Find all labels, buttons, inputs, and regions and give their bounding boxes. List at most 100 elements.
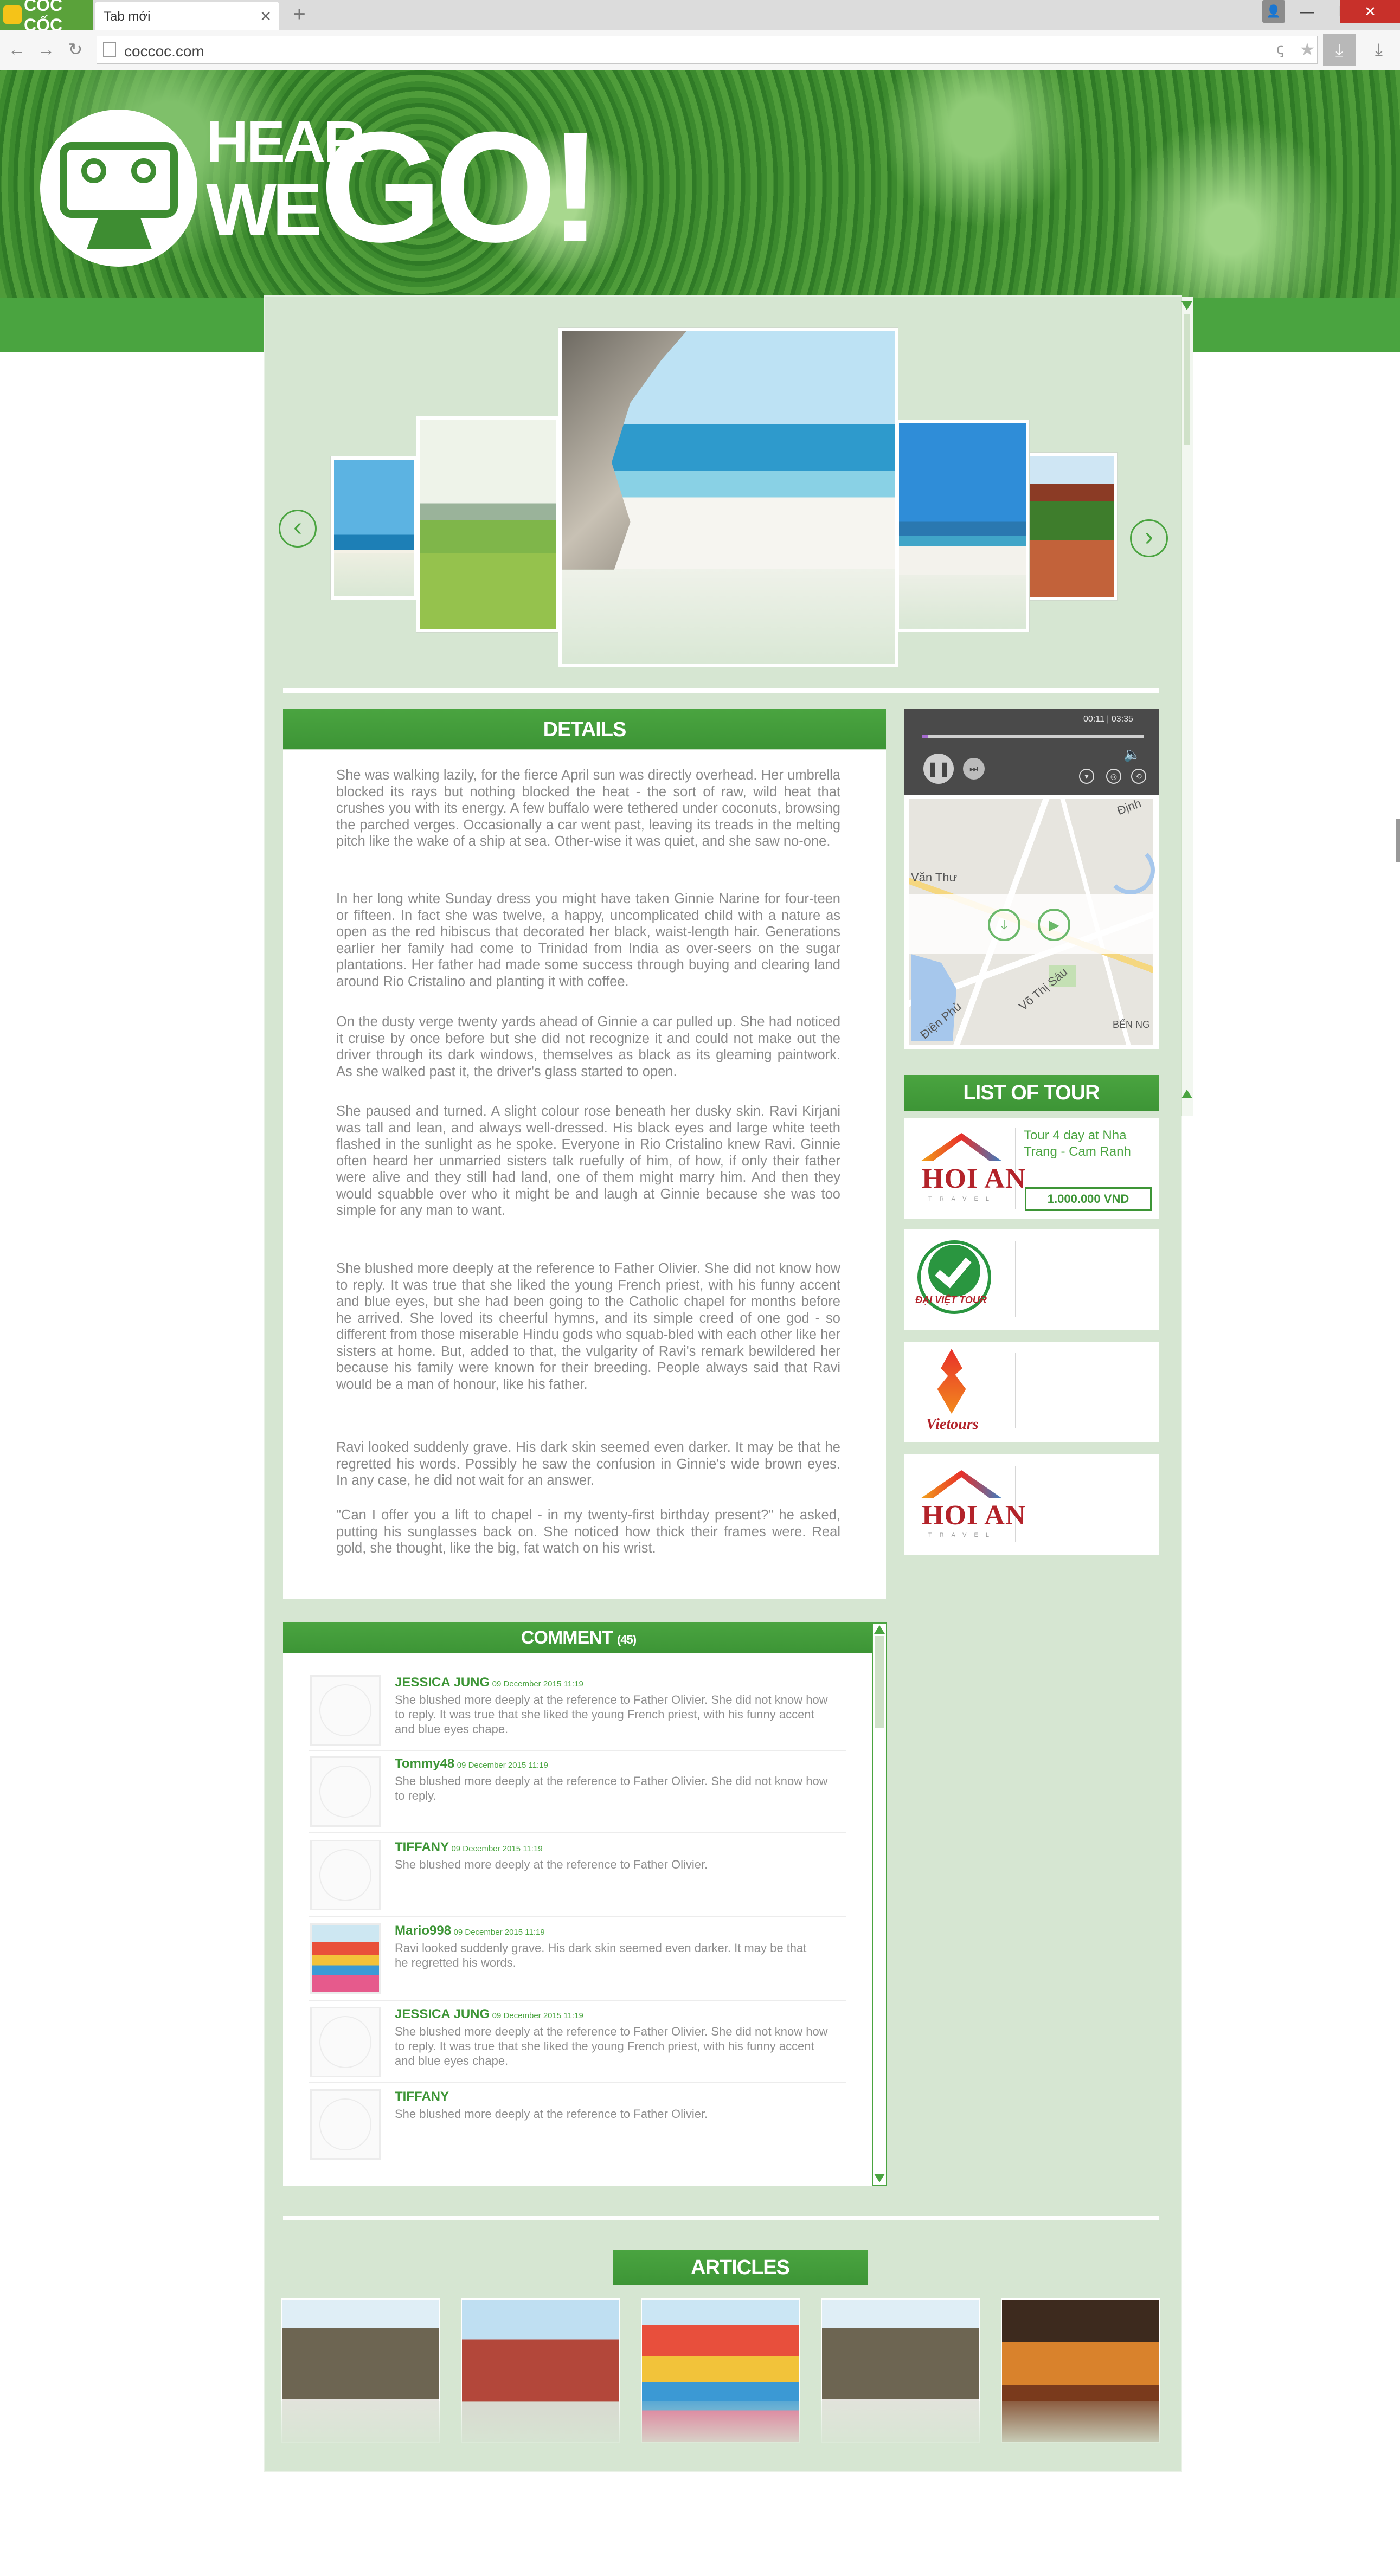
avatar[interactable] bbox=[310, 1840, 381, 1910]
comment-header: TIFFANY bbox=[395, 2089, 449, 2104]
comment-author[interactable]: Mario998 bbox=[395, 1923, 451, 1938]
downloads-icon[interactable]: ⤓ bbox=[1366, 37, 1391, 62]
tab-title: Tab mới bbox=[104, 9, 151, 24]
map-play-button[interactable]: ▶ bbox=[1038, 909, 1070, 941]
comment-divider bbox=[309, 1916, 846, 1917]
map-label: Văn Thư bbox=[911, 871, 958, 884]
comment-scroll-thumb[interactable] bbox=[875, 1636, 884, 1728]
comment-divider bbox=[309, 2082, 846, 2083]
close-window-button[interactable]: ✕ bbox=[1340, 0, 1400, 23]
map-label: BẾN NG bbox=[1113, 1019, 1151, 1030]
translate-icon[interactable]: ꞔ bbox=[1268, 37, 1293, 62]
carousel-prev-button[interactable]: ‹ bbox=[279, 510, 317, 548]
minimize-button[interactable]: — bbox=[1288, 0, 1326, 23]
cassette-reel-icon bbox=[81, 158, 106, 183]
browser-tab[interactable]: Tab mới ✕ bbox=[95, 2, 279, 30]
slide-reflection bbox=[334, 553, 414, 596]
panel-scroll-thumb[interactable] bbox=[1184, 314, 1190, 445]
back-icon[interactable]: ← bbox=[4, 37, 29, 62]
reload-icon[interactable]: ↻ bbox=[63, 37, 88, 62]
vietours-logo-text: Vietours bbox=[926, 1416, 979, 1433]
comment-text: She blushed more deeply at the reference… bbox=[395, 2107, 708, 2121]
comment-author[interactable]: JESSICA JUNG bbox=[395, 2007, 490, 2021]
user-profile-icon[interactable]: 👤 bbox=[1262, 0, 1285, 23]
details-paragraph: Ravi looked suddenly grave. His dark ski… bbox=[336, 1440, 840, 1488]
tour-price-button[interactable]: 1.000.000 VND bbox=[1025, 1187, 1152, 1211]
comment-date: 09 December 2015 11:19 bbox=[457, 1761, 548, 1770]
daiviet-logo-text: ĐẠI VIỆT TOUR bbox=[915, 1295, 987, 1305]
side-panel-handle[interactable] bbox=[1396, 819, 1400, 862]
avatar[interactable] bbox=[310, 1756, 381, 1827]
map-download-button[interactable]: ⤓ bbox=[988, 909, 1020, 941]
carousel-slide[interactable] bbox=[1025, 453, 1117, 600]
player-progress-track[interactable] bbox=[922, 735, 1144, 738]
comment-count: (45) bbox=[616, 1633, 637, 1646]
tour-divider bbox=[1015, 1353, 1016, 1428]
tour-list-heading: LIST OF TOUR bbox=[904, 1075, 1159, 1111]
comment-author[interactable]: JESSICA JUNG bbox=[395, 1675, 490, 1690]
bookmark-star-icon[interactable]: ★ bbox=[1295, 37, 1320, 62]
comment-header: JESSICA JUNG 09 December 2015 11:19 bbox=[395, 2007, 583, 2022]
cassette-reel-icon bbox=[131, 158, 156, 183]
tour-title[interactable]: Tour 4 day at Nha Trang - Cam Ranh bbox=[1024, 1128, 1154, 1160]
comment-text: Ravi looked suddenly grave. His dark ski… bbox=[395, 1941, 807, 1969]
details-paragraph: "Can I offer you a lift to chapel - in m… bbox=[336, 1508, 840, 1556]
comment-author[interactable]: Tommy48 bbox=[395, 1756, 454, 1771]
comment-date: 09 December 2015 11:19 bbox=[492, 1679, 583, 1689]
page-icon bbox=[103, 42, 116, 57]
logo-text-we: WE bbox=[206, 168, 322, 252]
comment-date: 09 December 2015 11:19 bbox=[453, 1928, 545, 1937]
comment-author[interactable]: TIFFANY bbox=[395, 2089, 449, 2104]
player-progress-fill bbox=[922, 735, 929, 738]
player-option-icon[interactable]: ▾ bbox=[1079, 769, 1094, 784]
comment-author[interactable]: TIFFANY bbox=[395, 1840, 449, 1854]
articles-heading: ARTICLES bbox=[613, 2250, 868, 2285]
forward-icon[interactable]: → bbox=[34, 37, 59, 62]
avatar[interactable] bbox=[310, 1675, 381, 1746]
next-track-button[interactable]: ⏭ bbox=[963, 758, 985, 780]
carousel-slide[interactable] bbox=[416, 416, 560, 632]
comment-date: 09 December 2015 11:19 bbox=[451, 1844, 543, 1853]
details-paragraph: She blushed more deeply at the reference… bbox=[336, 1261, 840, 1392]
repeat-icon[interactable]: ⟲ bbox=[1131, 769, 1146, 784]
details-heading: DETAILS bbox=[283, 709, 886, 750]
thumbnail-reflection bbox=[821, 2401, 980, 2443]
comment-divider bbox=[309, 2000, 846, 2001]
comment-text: She blushed more deeply at the reference… bbox=[395, 1693, 828, 1736]
map-overlay bbox=[909, 894, 1153, 954]
panel-scroll-down-icon[interactable] bbox=[1181, 301, 1192, 310]
address-bar[interactable]: coccoc.com bbox=[97, 36, 1318, 64]
slide-reflection bbox=[899, 575, 1026, 629]
hoian-logo-sub: TRAVEL bbox=[928, 1196, 997, 1202]
section-divider bbox=[283, 688, 1159, 693]
player-option-icon[interactable]: ◎ bbox=[1106, 769, 1121, 784]
carousel-next-button[interactable]: › bbox=[1130, 519, 1168, 557]
volume-icon[interactable]: 🔈 bbox=[1123, 746, 1141, 763]
avatar[interactable] bbox=[310, 2007, 381, 2077]
logo-text-go: GO! bbox=[320, 99, 602, 275]
comment-divider bbox=[309, 1750, 846, 1751]
comment-header: JESSICA JUNG 09 December 2015 11:19 bbox=[395, 1675, 583, 1690]
coccoc-logo-icon bbox=[3, 5, 22, 24]
details-paragraph: She paused and turned. A slight colour r… bbox=[336, 1104, 840, 1218]
comment-scroll-down-icon[interactable] bbox=[874, 2174, 885, 2182]
hoian-logo-text: HOI AN bbox=[922, 1500, 1026, 1531]
thumbnail-reflection bbox=[461, 2401, 620, 2443]
player-time: 00:11 | 03:35 bbox=[1083, 714, 1133, 724]
comment-header: Tommy48 09 December 2015 11:19 bbox=[395, 1756, 548, 1772]
panel-scroll-up-icon[interactable] bbox=[1181, 1090, 1192, 1098]
new-tab-button[interactable]: + bbox=[287, 3, 311, 27]
comment-scroll-up-icon[interactable] bbox=[874, 1625, 885, 1634]
section-divider bbox=[283, 2216, 1159, 2220]
tab-close-icon[interactable]: ✕ bbox=[260, 8, 272, 25]
comment-text: She blushed more deeply at the reference… bbox=[395, 2025, 828, 2068]
avatar-photo[interactable] bbox=[310, 1923, 381, 1994]
avatar[interactable] bbox=[310, 2089, 381, 2160]
download-extension-icon[interactable]: ⤓ bbox=[1323, 34, 1356, 66]
cassette-icon bbox=[60, 142, 178, 218]
pause-button[interactable]: ❚❚ bbox=[923, 754, 954, 784]
comment-text: She blushed more deeply at the reference… bbox=[395, 1774, 828, 1802]
details-paragraph: She was walking lazily, for the fierce A… bbox=[336, 768, 840, 849]
comment-heading-label: COMMENT bbox=[521, 1627, 613, 1648]
comment-header: TIFFANY 09 December 2015 11:19 bbox=[395, 1840, 543, 1855]
